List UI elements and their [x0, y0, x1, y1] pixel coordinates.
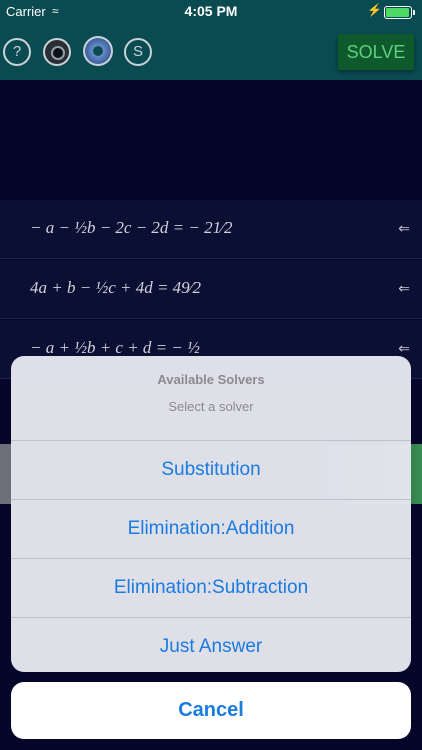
- equation-row[interactable]: 4a + b − ½c + 4d = 49⁄2 ⇐: [0, 260, 422, 319]
- backspace-icon[interactable]: ⇐: [398, 280, 410, 297]
- sheet-message: Select a solver: [168, 399, 254, 414]
- sheet-header: Available Solvers Select a solver: [11, 356, 411, 441]
- settings-icon[interactable]: [83, 36, 113, 66]
- equation-text: − a − ½b − 2c − 2d = − 21⁄2: [30, 218, 233, 237]
- equation-text: − a + ½b + c + d = − ½: [30, 338, 200, 357]
- charging-icon: ⚡: [367, 3, 382, 17]
- equation-text: 4a + b − ½c + 4d = 49⁄2: [30, 278, 202, 297]
- battery-icon: [384, 6, 415, 19]
- toolbar: ? S SOLVE: [0, 22, 422, 80]
- camera-icon[interactable]: [43, 38, 71, 66]
- cancel-button[interactable]: Cancel: [11, 682, 411, 739]
- help-icon[interactable]: ?: [3, 38, 31, 66]
- solve-button[interactable]: SOLVE: [338, 34, 414, 70]
- solver-icon[interactable]: S: [124, 38, 152, 66]
- option-just-answer[interactable]: Just Answer: [11, 618, 411, 672]
- option-elimination-addition[interactable]: Elimination:Addition: [11, 500, 411, 559]
- option-elimination-subtraction[interactable]: Elimination:Subtraction: [11, 559, 411, 618]
- option-substitution[interactable]: Substitution: [11, 441, 411, 500]
- solver-action-sheet: Available Solvers Select a solver Substi…: [11, 356, 411, 672]
- backspace-icon[interactable]: ⇐: [398, 340, 410, 357]
- status-bar: Carrier ≈ 4:05 PM ⚡: [0, 0, 422, 22]
- clock: 4:05 PM: [184, 3, 238, 19]
- backspace-icon[interactable]: ⇐: [398, 220, 410, 237]
- equation-row[interactable]: − a − ½b − 2c − 2d = − 21⁄2 ⇐: [0, 200, 422, 259]
- sheet-title: Available Solvers: [157, 372, 265, 387]
